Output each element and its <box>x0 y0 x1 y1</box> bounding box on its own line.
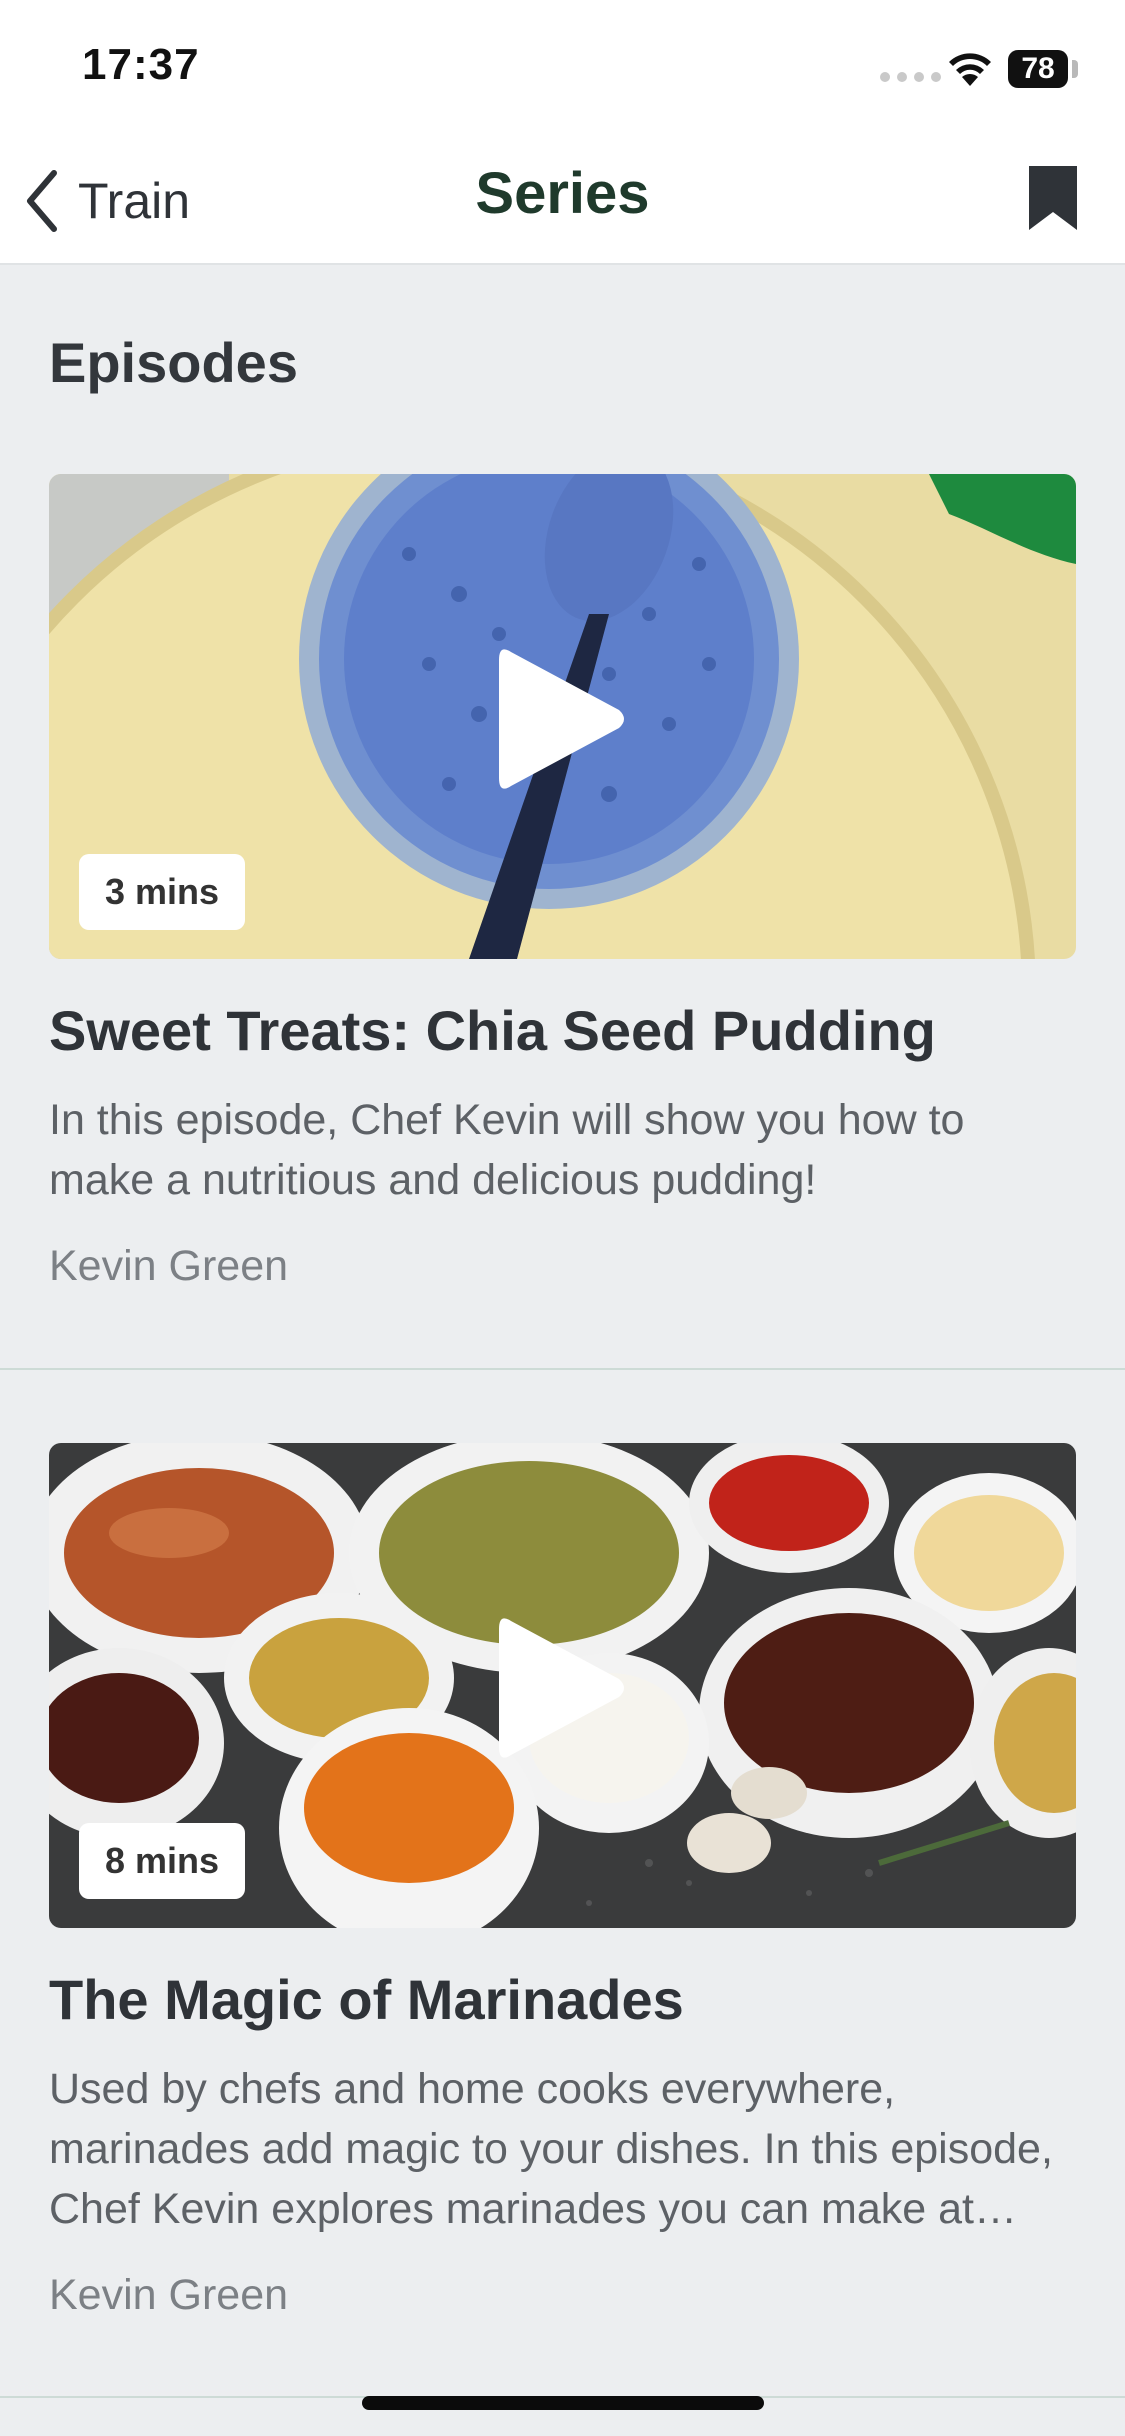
episode-description: Used by chefs and home cooks everywhere,… <box>49 2065 1053 2233</box>
duration-badge: 8 mins <box>79 1823 246 1899</box>
cellular-signal-icon <box>880 72 941 82</box>
play-icon[interactable] <box>499 644 629 794</box>
battery-cap <box>1072 60 1078 78</box>
navigation-bar: Train Series <box>0 140 1125 265</box>
play-icon[interactable] <box>499 1613 629 1763</box>
battery-level: 78 <box>1008 50 1068 88</box>
episode-title[interactable]: The Magic of Marinades <box>49 1967 1079 2032</box>
bookmark-button[interactable] <box>1025 162 1081 239</box>
bookmark-icon <box>1029 166 1077 230</box>
home-indicator <box>362 2396 764 2410</box>
divider <box>0 1368 1125 1370</box>
episode-description: In this episode, Chef Kevin will show yo… <box>49 1096 965 1204</box>
episode-author: Kevin Green <box>49 1242 289 1290</box>
chevron-left-icon <box>27 170 57 232</box>
duration-badge: 3 mins <box>79 854 246 930</box>
episode-author: Kevin Green <box>49 2271 289 2319</box>
episode-title[interactable]: Sweet Treats: Chia Seed Pudding <box>49 998 1079 1063</box>
wifi-icon <box>949 53 991 86</box>
episode-thumbnail[interactable]: 3 mins <box>49 474 1076 959</box>
section-title: Episodes <box>49 331 298 394</box>
status-bar: 17:37 78 <box>0 0 1125 140</box>
episode-thumbnail[interactable]: 8 mins <box>49 1443 1076 1928</box>
status-time: 17:37 <box>82 40 200 89</box>
back-label: Train <box>78 173 191 229</box>
back-button[interactable]: Train <box>22 166 190 236</box>
